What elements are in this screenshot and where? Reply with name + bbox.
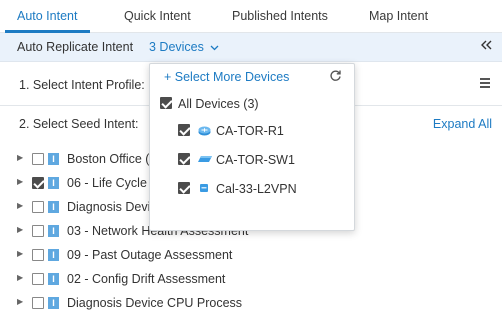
double-chevron-left-icon xyxy=(481,40,492,50)
device-checkbox[interactable] xyxy=(178,153,190,165)
tab-map-intent[interactable]: Map Intent xyxy=(369,9,428,23)
expand-arrow-icon[interactable]: ▶ xyxy=(17,153,23,162)
tab-quick-intent[interactable]: Quick Intent xyxy=(124,9,191,23)
all-devices-label: All Devices (3) xyxy=(178,97,259,111)
device-name: CA-TOR-R1 xyxy=(216,124,284,138)
intent-icon: I xyxy=(48,201,59,213)
tree-item[interactable]: ▶ I Diagnosis Device CPU Process xyxy=(0,292,502,310)
intent-icon: I xyxy=(48,177,59,189)
tab-bar: Auto Intent Quick Intent Published Inten… xyxy=(0,0,502,33)
device-name: CA-TOR-SW1 xyxy=(216,153,295,167)
tree-item-checkbox[interactable] xyxy=(32,177,44,189)
tree-item-checkbox[interactable] xyxy=(32,297,44,309)
tab-published-intents[interactable]: Published Intents xyxy=(232,9,328,23)
tree-item-label: 02 - Config Drift Assessment xyxy=(67,272,226,286)
expand-arrow-icon[interactable]: ▶ xyxy=(17,249,23,258)
all-devices-checkbox[interactable] xyxy=(160,97,172,109)
tree-item-label: Boston Office ( xyxy=(67,152,150,166)
devices-count-label: 3 Devices xyxy=(149,40,204,54)
device-checkbox[interactable] xyxy=(178,124,190,136)
collapse-panel-button[interactable] xyxy=(480,38,492,55)
menu-icon[interactable] xyxy=(480,78,490,88)
devices-dropdown-toggle[interactable]: 3 Devices xyxy=(149,40,219,54)
all-devices-row[interactable]: All Devices (3) xyxy=(150,93,354,115)
tree-item-checkbox[interactable] xyxy=(32,249,44,261)
seed-intent-label: 2. Select Seed Intent: xyxy=(19,117,139,131)
device-row[interactable]: Cal-33-L2VPN xyxy=(150,178,354,200)
tree-item-label: Diagnosis Devic xyxy=(67,200,157,214)
tab-auto-intent[interactable]: Auto Intent xyxy=(17,9,77,23)
tree-item[interactable]: ▶ I 02 - Config Drift Assessment xyxy=(0,268,502,292)
intent-icon: I xyxy=(48,153,59,165)
intent-icon: I xyxy=(48,249,59,261)
expand-arrow-icon[interactable]: ▶ xyxy=(17,225,23,234)
devices-dropdown: + Select More Devices All Devices (3) CA… xyxy=(149,63,355,231)
intent-icon: I xyxy=(48,297,59,309)
switch-icon xyxy=(198,156,212,162)
tree-item-label: 09 - Past Outage Assessment xyxy=(67,248,233,262)
tree-item-checkbox[interactable] xyxy=(32,153,44,165)
router-icon xyxy=(198,126,211,136)
intent-icon: I xyxy=(48,225,59,237)
device-name: Cal-33-L2VPN xyxy=(216,182,297,196)
chevron-down-icon xyxy=(210,45,219,51)
dropdown-header: + Select More Devices xyxy=(150,64,354,91)
expand-arrow-icon[interactable]: ▶ xyxy=(17,201,23,210)
expand-all-link[interactable]: Expand All xyxy=(433,117,492,131)
tree-item-checkbox[interactable] xyxy=(32,273,44,285)
refresh-button[interactable] xyxy=(329,69,342,85)
device-icon xyxy=(200,184,208,192)
auto-replicate-header: Auto Replicate Intent 3 Devices xyxy=(0,33,502,62)
refresh-icon xyxy=(330,70,341,81)
tree-item-checkbox[interactable] xyxy=(32,225,44,237)
expand-arrow-icon[interactable]: ▶ xyxy=(17,273,23,282)
expand-arrow-icon[interactable]: ▶ xyxy=(17,297,23,306)
intent-profile-label: 1. Select Intent Profile: xyxy=(19,78,145,92)
expand-arrow-icon[interactable]: ▶ xyxy=(17,177,23,186)
device-row[interactable]: CA-TOR-R1 xyxy=(150,120,354,142)
tree-item-label: 06 - Life Cycle A xyxy=(67,176,159,190)
device-checkbox[interactable] xyxy=(178,182,190,194)
device-row[interactable]: CA-TOR-SW1 xyxy=(150,149,354,171)
header-title: Auto Replicate Intent xyxy=(17,40,134,54)
tree-item[interactable]: ▶ I 09 - Past Outage Assessment xyxy=(0,244,502,268)
tree-item-checkbox[interactable] xyxy=(32,201,44,213)
tree-item-label: Diagnosis Device CPU Process xyxy=(67,296,243,310)
select-more-devices-link[interactable]: + Select More Devices xyxy=(164,70,289,84)
intent-icon: I xyxy=(48,273,59,285)
